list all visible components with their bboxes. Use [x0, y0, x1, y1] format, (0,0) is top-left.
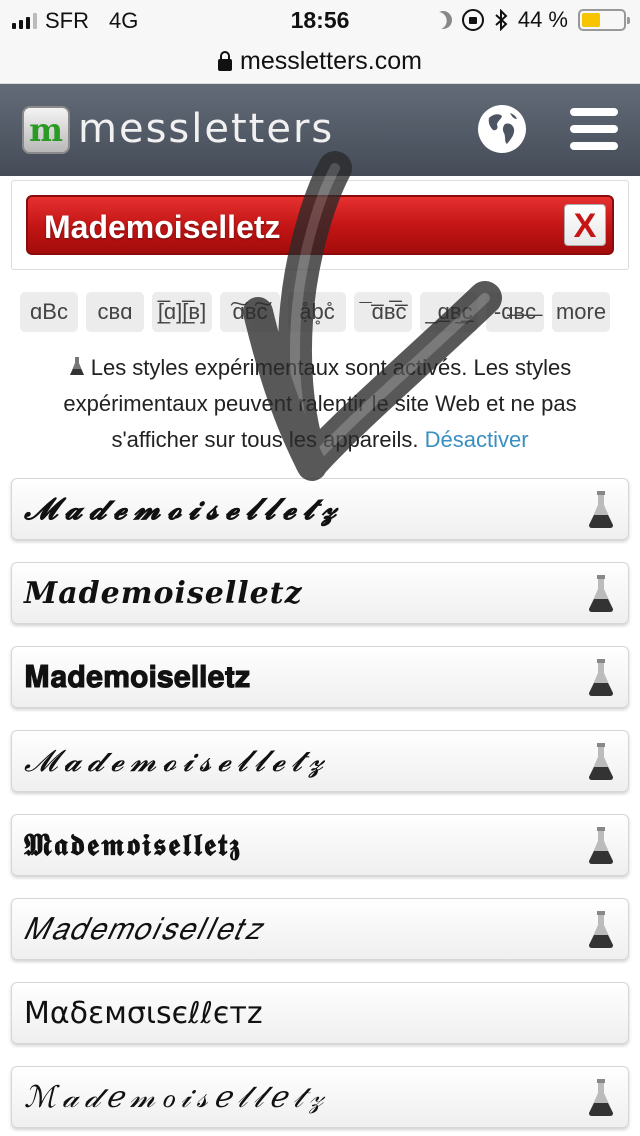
- chip-3[interactable]: ͠ɑв͠c: [220, 292, 280, 332]
- do-not-disturb-icon: [431, 8, 456, 33]
- input-value: Mademoiselletz: [44, 209, 281, 245]
- chip-5[interactable]: ¯ɑ̅в̅c̅: [354, 292, 412, 332]
- url-bar[interactable]: messletters.com: [0, 40, 640, 84]
- status-right: 44 %: [431, 7, 630, 33]
- result-text: ℳ𝒶𝒹ℯ𝓂ℴ𝒾𝓈ℯ𝓁𝓁ℯ𝓉𝓏: [24, 1081, 330, 1114]
- experimental-notice: Les styles expérimentaux sont activés. L…: [24, 350, 616, 458]
- logo-icon[interactable]: m: [22, 106, 70, 154]
- rotation-lock-icon: [461, 9, 484, 31]
- result-item[interactable]: 𝐌𝐚𝐝𝐞𝐦𝐨𝐢𝐬𝐞𝐥𝐥𝐞𝐭𝐳: [11, 646, 629, 708]
- result-item[interactable]: 𝓜𝓪𝓭𝓮𝓶𝓸𝓲𝓼𝓮𝓵𝓵𝓮𝓽𝔃: [11, 478, 629, 540]
- chip-7[interactable]: -ɑ̶в̶c̶: [486, 292, 544, 332]
- results-list: 𝓜𝓪𝓭𝓮𝓶𝓸𝓲𝓼𝓮𝓵𝓵𝓮𝓽𝔃 𝑴𝒂𝒅𝒆𝒎𝒐𝒊𝒔𝒆𝒍𝒍𝒆𝒕𝒛 𝐌𝐚𝐝𝐞𝐦𝐨𝐢𝐬𝐞𝐥…: [11, 478, 629, 1136]
- result-text: 𝑴𝒂𝒅𝒆𝒎𝒐𝒊𝒔𝒆𝒍𝒍𝒆𝒕𝒛: [24, 576, 303, 611]
- chip-6[interactable]: _ɑ̲в̲c̲: [420, 292, 478, 332]
- flask-icon: [589, 743, 613, 780]
- disable-link[interactable]: Désactiver: [425, 427, 529, 452]
- result-text: 𝕸𝖆𝖉𝖊𝖒𝖔𝖎𝖘𝖊𝖑𝖑𝖊𝖙𝖟: [24, 828, 242, 863]
- url-text: messletters.com: [240, 47, 422, 75]
- result-text: Mαδεмσιѕєℓℓєтz: [24, 996, 263, 1031]
- brand-name[interactable]: messletters: [78, 106, 334, 152]
- flask-icon: [589, 575, 613, 612]
- flask-icon: [589, 491, 613, 528]
- status-bar: SFR 4G 18:56 44 %: [0, 0, 640, 40]
- result-text: 𝓜𝓪𝓭𝓮𝓶𝓸𝓲𝓼𝓮𝓵𝓵𝓮𝓽𝔃: [24, 744, 330, 779]
- result-item[interactable]: Mαδεмσιѕєℓℓєтz: [11, 982, 629, 1044]
- text-input[interactable]: Mademoiselletz X: [26, 195, 614, 255]
- result-text: 𝑀𝑎𝑑𝑒𝑚𝑜𝑖𝑠𝑒𝑙𝑙𝑒𝑡𝑧: [24, 913, 263, 946]
- globe-icon[interactable]: [477, 104, 527, 154]
- result-item[interactable]: 𝓜𝓪𝓭𝓮𝓶𝓸𝓲𝓼𝓮𝓵𝓵𝓮𝓽𝔃: [11, 730, 629, 792]
- result-text: 𝓜𝓪𝓭𝓮𝓶𝓸𝓲𝓼𝓮𝓵𝓵𝓮𝓽𝔃: [24, 492, 344, 527]
- chip-2[interactable]: [̲̅ɑ][̲̅в]: [152, 292, 212, 332]
- result-item[interactable]: 𝑀𝑎𝑑𝑒𝑚𝑜𝑖𝑠𝑒𝑙𝑙𝑒𝑡𝑧: [11, 898, 629, 960]
- battery-icon: [578, 9, 630, 31]
- chip-0[interactable]: ɑBc: [20, 292, 78, 332]
- result-item[interactable]: 𝑴𝒂𝒅𝒆𝒎𝒐𝒊𝒔𝒆𝒍𝒍𝒆𝒕𝒛: [11, 562, 629, 624]
- battery-percent: 44 %: [517, 7, 568, 32]
- padlock-icon: [218, 50, 232, 71]
- clear-button[interactable]: X: [564, 204, 606, 246]
- input-container: Mademoiselletz X: [11, 180, 629, 270]
- chip-4[interactable]: ạ̊b̥c̊: [288, 292, 346, 332]
- result-text: 𝐌𝐚𝐝𝐞𝐦𝐨𝐢𝐬𝐞𝐥𝐥𝐞𝐭𝐳: [24, 661, 251, 694]
- flask-icon: [69, 357, 84, 375]
- flask-icon: [589, 659, 613, 696]
- flask-icon: [589, 827, 613, 864]
- style-chips: ɑBc cвɑ [̲̅ɑ][̲̅в] ͠ɑв͠c ạ̊b̥c̊ ¯ɑ̅в̅c̅ …: [20, 292, 626, 332]
- chip-more[interactable]: more: [552, 292, 610, 332]
- site-header: m messletters: [0, 84, 640, 176]
- result-item[interactable]: 𝕸𝖆𝖉𝖊𝖒𝖔𝖎𝖘𝖊𝖑𝖑𝖊𝖙𝖟: [11, 814, 629, 876]
- bluetooth-icon: [495, 9, 508, 31]
- flask-icon: [589, 1079, 613, 1116]
- chip-1[interactable]: cвɑ: [86, 292, 144, 332]
- result-item[interactable]: ℳ𝒶𝒹ℯ𝓂ℴ𝒾𝓈ℯ𝓁𝓁ℯ𝓉𝓏: [11, 1066, 629, 1128]
- flask-icon: [589, 911, 613, 948]
- hamburger-menu-icon[interactable]: [570, 108, 618, 150]
